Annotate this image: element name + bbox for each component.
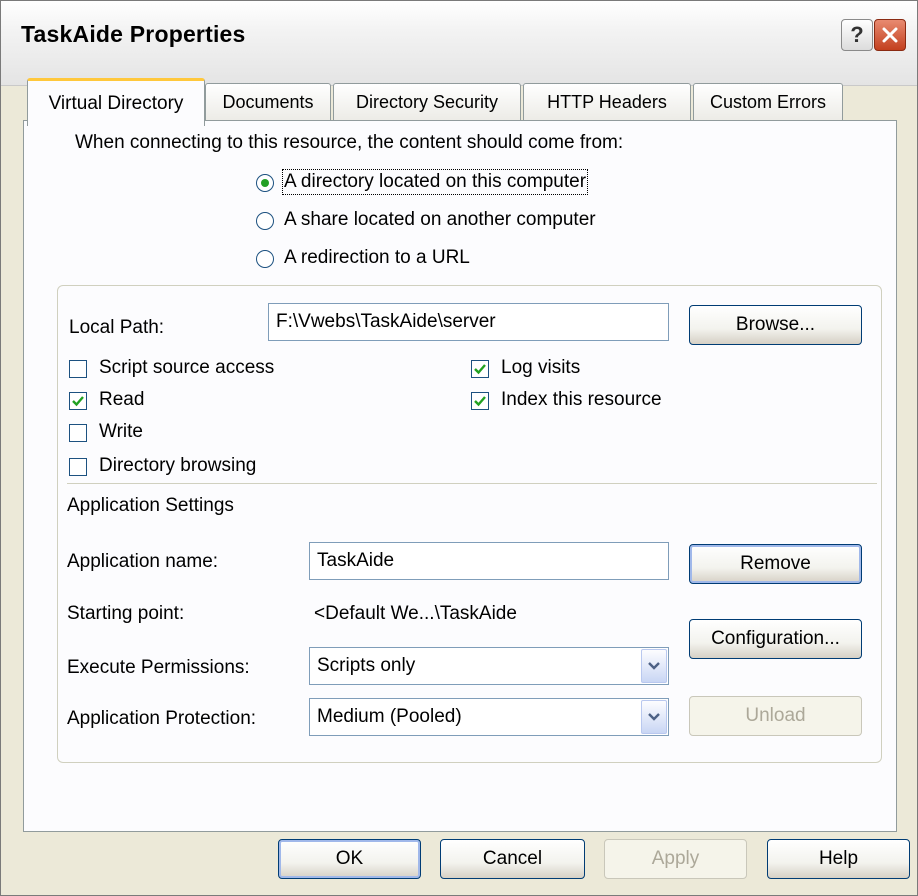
chevron-down-icon[interactable] — [641, 700, 667, 734]
application-name-label: Application name: — [67, 551, 219, 572]
content-source-prompt: When connecting to this resource, the co… — [75, 132, 624, 153]
checkbox-box[interactable] — [471, 392, 489, 410]
checkbox-index-resource[interactable]: Index this resource — [471, 389, 701, 413]
execute-permissions-select[interactable]: Scripts only — [309, 647, 669, 685]
radio-label: A directory located on this computer — [281, 169, 589, 195]
section-divider — [67, 483, 877, 484]
checkbox-label: Write — [99, 421, 143, 442]
radio-network-share[interactable]: A share located on another computer — [256, 209, 656, 233]
tab-custom-errors[interactable]: Custom Errors — [693, 83, 843, 121]
radio-button[interactable] — [256, 174, 274, 192]
checkbox-box[interactable] — [69, 424, 87, 442]
checkmark-icon — [474, 364, 486, 375]
properties-dialog: TaskAide Properties ? Virtual Directory … — [0, 0, 918, 896]
tab-label: Virtual Directory — [48, 92, 184, 114]
checkbox-label: Script source access — [99, 357, 275, 378]
checkbox-script-source-access[interactable]: Script source access — [69, 357, 329, 381]
tab-label: Documents — [222, 92, 314, 112]
tab-virtual-directory[interactable]: Virtual Directory — [27, 78, 205, 126]
radio-local-directory[interactable]: A directory located on this computer — [256, 169, 636, 195]
application-protection-value: Medium (Pooled) — [317, 706, 462, 727]
close-icon[interactable] — [874, 19, 906, 51]
tab-documents[interactable]: Documents — [205, 83, 331, 121]
help-button[interactable]: Help — [767, 839, 910, 879]
checkbox-box[interactable] — [69, 360, 87, 378]
local-path-input[interactable]: F:\Vwebs\TaskAide\server — [268, 303, 669, 341]
chevron-down-icon[interactable] — [641, 649, 667, 683]
checkbox-label: Read — [99, 389, 145, 410]
browse-button-label: Browse... — [735, 314, 816, 335]
checkbox-log-visits[interactable]: Log visits — [471, 357, 631, 381]
checkbox-read[interactable]: Read — [69, 389, 209, 413]
radio-button[interactable] — [256, 250, 274, 268]
checkbox-box[interactable] — [69, 392, 87, 410]
checkbox-label: Directory browsing — [99, 455, 257, 476]
tab-label: Custom Errors — [709, 92, 826, 112]
window-title: TaskAide Properties — [21, 21, 246, 47]
configuration-button[interactable]: Configuration... — [689, 619, 862, 659]
application-name-input[interactable]: TaskAide — [309, 542, 669, 580]
help-icon[interactable]: ? — [841, 19, 873, 51]
local-path-label: Local Path: — [69, 317, 165, 338]
apply-button-label: Apply — [651, 848, 700, 869]
title-bar[interactable]: TaskAide Properties ? — [1, 1, 917, 86]
checkmark-icon — [72, 396, 84, 407]
radio-label: A redirection to a URL — [284, 247, 470, 268]
radio-button[interactable] — [256, 212, 274, 230]
checkbox-write[interactable]: Write — [69, 421, 209, 445]
execute-permissions-value: Scripts only — [317, 655, 416, 676]
help-button-label: Help — [818, 848, 859, 869]
tab-label: HTTP Headers — [547, 92, 667, 112]
tab-label: Directory Security — [355, 92, 499, 112]
checkmark-icon — [474, 396, 486, 407]
apply-button[interactable]: Apply — [604, 839, 747, 879]
cancel-button-label: Cancel — [482, 848, 543, 869]
local-path-value: F:\Vwebs\TaskAide\server — [276, 311, 496, 332]
checkbox-label: Log visits — [501, 357, 581, 378]
starting-point-value: <Default We...\TaskAide — [314, 603, 517, 624]
checkbox-label: Index this resource — [501, 389, 662, 410]
checkbox-directory-browsing[interactable]: Directory browsing — [69, 455, 309, 479]
radio-label: A share located on another computer — [284, 209, 596, 230]
application-settings-heading: Application Settings — [67, 495, 234, 516]
configuration-button-label: Configuration... — [711, 628, 840, 649]
checkbox-box[interactable] — [69, 458, 87, 476]
application-protection-label: Application Protection: — [67, 708, 257, 729]
radio-url-redirection[interactable]: A redirection to a URL — [256, 247, 556, 271]
execute-permissions-label: Execute Permissions: — [67, 657, 250, 678]
cancel-button[interactable]: Cancel — [440, 839, 585, 879]
unload-button-label: Unload — [745, 705, 806, 726]
tab-directory-security[interactable]: Directory Security — [333, 83, 521, 121]
checkbox-box[interactable] — [471, 360, 489, 378]
radio-selected-dot — [261, 179, 269, 187]
browse-button[interactable]: Browse... — [689, 305, 862, 345]
tab-http-headers[interactable]: HTTP Headers — [523, 83, 691, 121]
starting-point-label: Starting point: — [67, 603, 185, 624]
remove-button[interactable]: Remove — [689, 544, 862, 584]
application-protection-select[interactable]: Medium (Pooled) — [309, 698, 669, 736]
ok-button[interactable]: OK — [278, 839, 421, 879]
remove-button-label: Remove — [740, 553, 811, 574]
unload-button[interactable]: Unload — [689, 696, 862, 736]
ok-button-label: OK — [335, 848, 364, 869]
application-name-value: TaskAide — [317, 550, 395, 571]
